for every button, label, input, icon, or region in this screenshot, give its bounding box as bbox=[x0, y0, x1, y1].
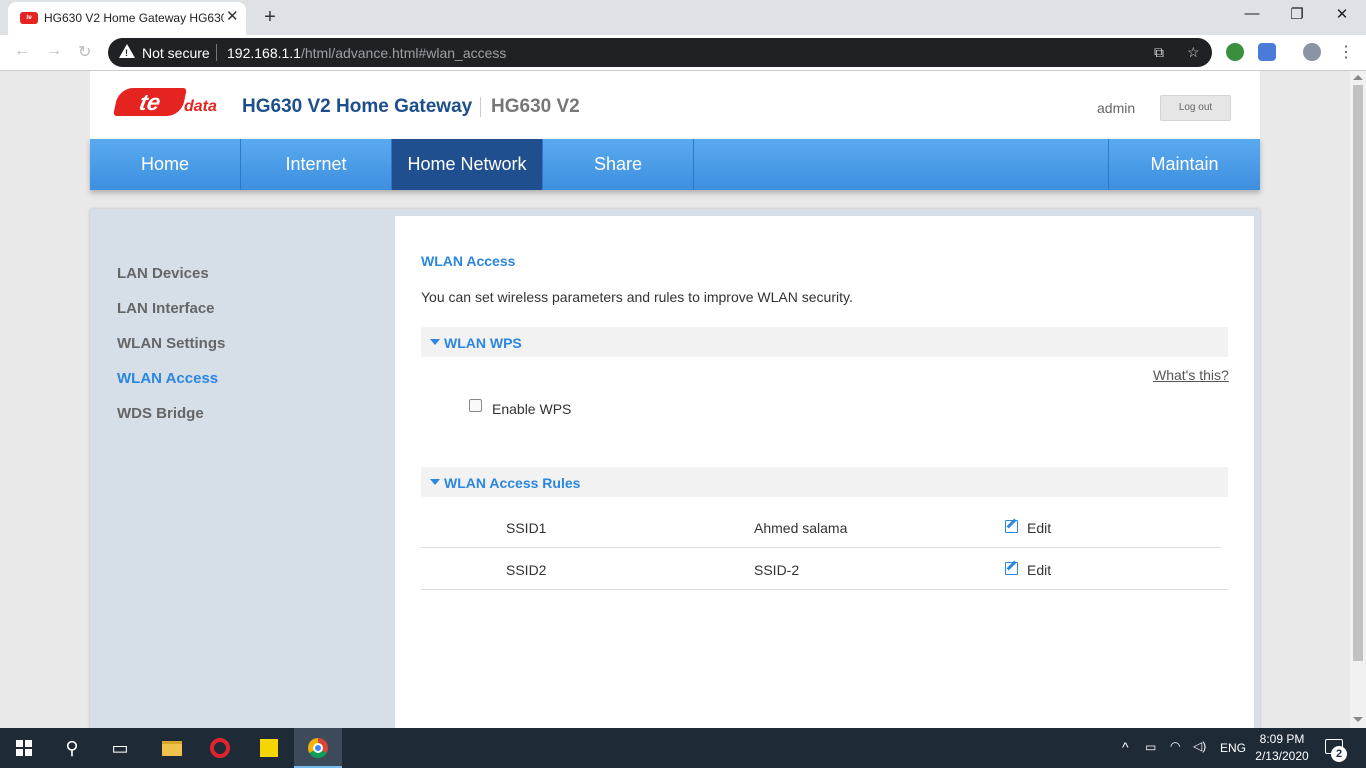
sidebar-item-wlan-settings[interactable]: WLAN Settings bbox=[117, 335, 225, 352]
collapse-arrow-icon bbox=[430, 479, 440, 485]
wps-section-label: WLAN WPS bbox=[444, 335, 522, 351]
sidebar-item-lan-interface[interactable]: LAN Interface bbox=[117, 300, 215, 317]
translate-extension-icon[interactable] bbox=[1258, 43, 1276, 61]
rules-section-label: WLAN Access Rules bbox=[444, 475, 581, 491]
rules-section-header[interactable]: WLAN Access Rules bbox=[421, 467, 1228, 497]
clock-time: 8:09 PM bbox=[1259, 732, 1305, 746]
nav-tab-home-network[interactable]: Home Network bbox=[392, 139, 543, 190]
enable-wps-label[interactable]: Enable WPS bbox=[492, 401, 571, 417]
menu-icon[interactable]: ⋮ bbox=[1338, 42, 1354, 62]
ssid-name-cell: Ahmed salama bbox=[754, 520, 848, 536]
ssid-cell: SSID2 bbox=[506, 562, 547, 578]
edit-icon[interactable] bbox=[1005, 520, 1018, 533]
translate-icon[interactable]: ⧉ bbox=[1154, 44, 1164, 61]
nav-tab-maintain[interactable]: Maintain bbox=[1108, 139, 1260, 190]
whats-this-link[interactable]: What's this? bbox=[1153, 367, 1229, 383]
minimize-button[interactable]: — bbox=[1229, 5, 1275, 22]
url-path: /html/advance.html#wlan_access bbox=[300, 45, 507, 61]
ssid-name-cell: SSID-2 bbox=[754, 562, 800, 578]
username: admin bbox=[1097, 100, 1136, 116]
web-page: te data HG630 V2 Home Gateway HG630 V2 a… bbox=[0, 71, 1350, 728]
sidebar-item-lan-devices[interactable]: LAN Devices bbox=[117, 265, 209, 282]
te-data-logo: te data bbox=[113, 88, 217, 118]
logout-button[interactable]: Log out bbox=[1160, 95, 1231, 121]
profile-icon[interactable] bbox=[1303, 43, 1321, 61]
logo-sub: data bbox=[184, 98, 217, 115]
clock-date: 2/13/2020 bbox=[1255, 749, 1309, 763]
volume-icon[interactable]: ◁) bbox=[1193, 739, 1206, 753]
task-view-icon[interactable]: ▭ bbox=[96, 728, 144, 768]
page-description: You can set wireless parameters and rule… bbox=[421, 289, 853, 305]
url-host: 192.168.1.1 bbox=[227, 45, 301, 61]
clock[interactable]: 8:09 PM 2/13/2020 bbox=[1247, 731, 1317, 765]
edit-button[interactable]: Edit bbox=[1027, 520, 1051, 536]
page-scrollbar[interactable] bbox=[1350, 71, 1366, 728]
collapse-arrow-icon bbox=[430, 339, 440, 345]
globe-extension-icon[interactable] bbox=[1226, 43, 1244, 61]
new-tab-button[interactable]: + bbox=[256, 5, 284, 29]
security-label[interactable]: Not secure bbox=[142, 45, 210, 61]
tab-title: HG630 V2 Home Gateway HG630 V2 bbox=[44, 11, 224, 25]
page-title: WLAN Access bbox=[421, 253, 516, 269]
close-window-button[interactable]: ✕ bbox=[1319, 5, 1365, 23]
model-name: HG630 V2 bbox=[491, 96, 580, 117]
tab-close-icon[interactable]: ✕ bbox=[226, 8, 239, 26]
taskbar: ⚲ ▭ ^ ▭ ◠ ◁) ENG 8:09 PM 2/13/2020 2 bbox=[0, 728, 1366, 768]
sidebar-item-wlan-access[interactable]: WLAN Access bbox=[117, 370, 218, 387]
table-row: SSID2 SSID-2 Edit bbox=[421, 548, 1228, 590]
file-explorer-icon[interactable] bbox=[148, 728, 196, 768]
table-row: SSID1 Ahmed salama Edit bbox=[421, 506, 1221, 548]
start-button[interactable] bbox=[0, 728, 48, 768]
scroll-thumb[interactable] bbox=[1353, 85, 1363, 661]
wlan-access-panel: WLAN Access You can set wireless paramet… bbox=[395, 216, 1254, 728]
nav-tab-home[interactable]: Home bbox=[90, 139, 241, 190]
battery-icon[interactable]: ▭ bbox=[1145, 740, 1156, 754]
access-rules-table: SSID1 Ahmed salama Edit SSID2 SSID-2 Edi… bbox=[421, 506, 1228, 590]
main-nav: Home Internet Home Network Share Maintai… bbox=[90, 139, 1260, 190]
nav-tab-internet[interactable]: Internet bbox=[241, 139, 392, 190]
edit-icon[interactable] bbox=[1005, 562, 1018, 575]
edit-button[interactable]: Edit bbox=[1027, 562, 1051, 578]
ssid-cell: SSID1 bbox=[506, 520, 547, 536]
forward-icon[interactable]: → bbox=[46, 42, 62, 60]
restore-button[interactable]: ❐ bbox=[1274, 5, 1320, 23]
url-text[interactable]: 192.168.1.1/html/advance.html#wlan_acces… bbox=[227, 45, 506, 61]
tray-expand-icon[interactable]: ^ bbox=[1122, 739, 1129, 755]
nav-tab-share[interactable]: Share bbox=[543, 139, 694, 190]
opera-icon[interactable] bbox=[196, 728, 244, 768]
language-indicator[interactable]: ENG bbox=[1220, 741, 1246, 755]
windows-logo-icon bbox=[16, 740, 32, 756]
chrome-icon[interactable] bbox=[294, 728, 342, 768]
browser-toolbar: ← → ↻ ! Not secure 192.168.1.1/html/adva… bbox=[0, 35, 1366, 71]
bookmark-star-icon[interactable]: ☆ bbox=[1187, 44, 1200, 61]
enable-wps-checkbox[interactable] bbox=[469, 399, 482, 412]
sticky-notes-icon[interactable] bbox=[245, 728, 293, 768]
tab-favicon-icon: te bbox=[20, 12, 38, 24]
wps-section-header[interactable]: WLAN WPS bbox=[421, 327, 1228, 357]
scroll-up-icon[interactable] bbox=[1353, 75, 1363, 80]
search-icon[interactable]: ⚲ bbox=[48, 728, 96, 768]
scroll-down-icon[interactable] bbox=[1353, 717, 1363, 722]
logo-main: te bbox=[113, 88, 187, 116]
browser-tabstrip: te HG630 V2 Home Gateway HG630 V2 ✕ + — … bbox=[0, 0, 1366, 35]
content-area: LAN Devices LAN Interface WLAN Settings … bbox=[90, 209, 1260, 728]
address-bar[interactable]: ! Not secure 192.168.1.1/html/advance.ht… bbox=[108, 38, 1212, 67]
back-icon[interactable]: ← bbox=[14, 42, 30, 60]
gateway-header: te data HG630 V2 Home Gateway HG630 V2 a… bbox=[90, 71, 1260, 139]
notification-count: 2 bbox=[1331, 746, 1347, 762]
reload-icon[interactable]: ↻ bbox=[78, 42, 91, 62]
wifi-icon[interactable]: ◠ bbox=[1170, 739, 1180, 753]
product-title: HG630 V2 Home Gateway bbox=[242, 96, 473, 117]
browser-tab[interactable]: te HG630 V2 Home Gateway HG630 V2 ✕ bbox=[8, 2, 246, 35]
sidebar-item-wds-bridge[interactable]: WDS Bridge bbox=[117, 405, 204, 422]
